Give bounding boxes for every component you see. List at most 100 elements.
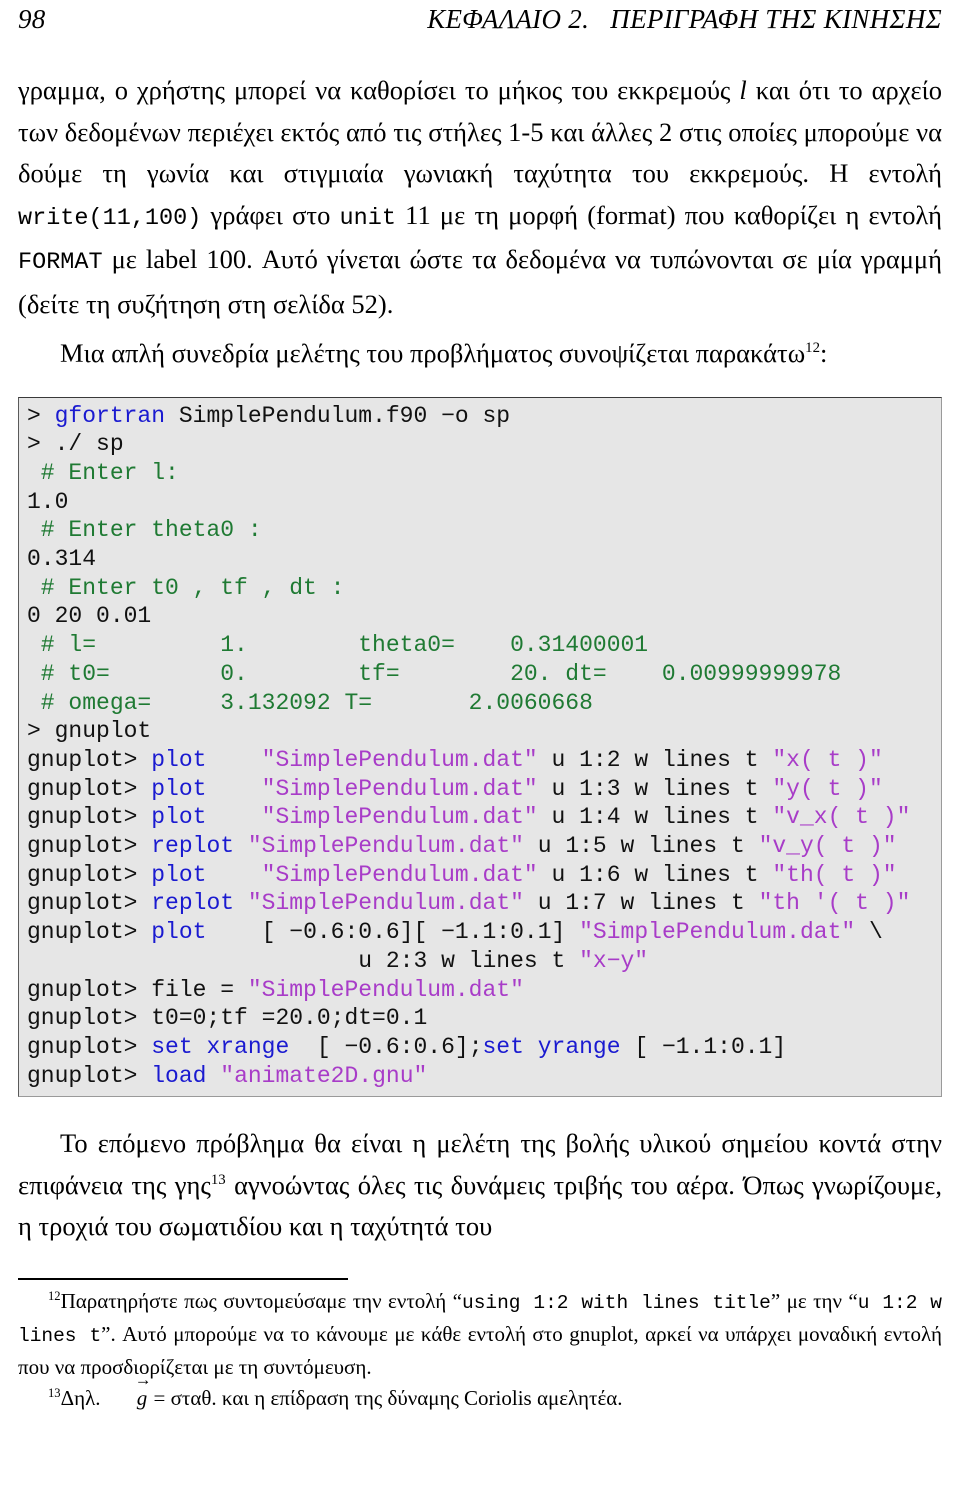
symbol-l: l [739,75,747,105]
code-token: plot [151,775,207,802]
code-token: u 1:6 w lines t [537,861,773,888]
paragraph-session-intro: Μια απλή συνεδρία μελέτης του προβλήματο… [18,333,942,375]
code-token: gnuplot> [27,775,152,802]
code-token: plot [151,804,207,831]
code-token: set xrange [151,1033,290,1060]
code-token: replot [151,833,235,860]
code-token: "SimplePendulum.dat" [579,919,856,946]
code-token: "th( t )" [772,861,897,888]
code-line: u 2:3 w lines t "x−y" [27,947,935,976]
code-token: u 1:2 w lines t [537,746,773,773]
paragraph-text-d: 11 με τη μορφή (format) που καθορίζει η … [395,199,942,230]
code-line: gnuplot> t0=0;tf =20.0;dt=0.1 [27,1004,935,1033]
paragraph-text-e: με label 100. Αυτό γίνεται ώστε τα δεδομ… [18,244,942,319]
code-token: [ −1.1:0.1] [620,1033,787,1060]
code-token: # t0= 0. tf= 20. dt= 0.00999999978 [27,660,842,687]
paragraph-session-text: Μια απλή συνεδρία μελέτης του προβλήματο… [60,338,806,368]
code-token: gnuplot> [27,833,152,860]
code-token: # Enter l: [27,459,179,486]
code-token: "v_x( t )" [772,804,911,831]
paragraph-next-problem: Το επόμενο πρόβλημα θα είναι η μελέτη τη… [18,1123,942,1248]
paragraph-intro: γραμμα, ο χρήστης μπορεί να καθορίσει το… [18,70,942,325]
code-line: > gnuplot [27,717,935,746]
code-token: "SimplePendulum.dat" [247,890,524,917]
code-token: gnuplot> file = [27,976,248,1003]
code-token: \ [855,919,883,946]
code-line: > gfortran SimplePendulum.f90 −o sp [27,402,935,431]
footnote-marker-13: 13 [210,1172,226,1189]
code-token: gnuplot> [27,1062,152,1089]
code-token: u 1:4 w lines t [537,804,773,831]
footnote-area: 12Παρατηρήστε πως συντομεύσαμε την εντολ… [18,1286,942,1414]
footnote-rule [18,1277,348,1280]
code-token: "th '( t )" [758,890,911,917]
page-number: 98 [18,4,46,34]
code-token: [ −0.6:0.6]; [289,1033,483,1060]
code-token: u 2:3 w lines t [27,947,580,974]
code-token: "x( t )" [772,746,883,773]
footnote-12-code-long: using 1:2 with lines title [462,1291,771,1314]
code-token: gnuplot> [27,1033,152,1060]
code-line: # Enter t0 , tf , dt : [27,574,935,603]
code-line: # omega= 3.132092 T= 2.0060668 [27,689,935,718]
code-line: gnuplot> file = "SimplePendulum.dat" [27,976,935,1005]
code-token: "SimplePendulum.dat" [261,861,538,888]
code-line: # Enter theta0 : [27,516,935,545]
footnote-13: 13Δηλ. → g = σταθ. και η επίδραση της δύν… [18,1372,942,1414]
code-line: gnuplot> load "animate2D.gnu" [27,1062,935,1091]
code-token: > ./ sp [27,431,124,458]
code-token: plot [151,746,207,773]
code-token: load [151,1062,207,1089]
code-line: gnuplot> set xrange [ −0.6:0.6];set yran… [27,1033,935,1062]
code-line: # Enter l: [27,459,935,488]
document-page: 98 ΚΕΦΑΛΑΙΟ 2. ΠΕΡΙΓΡΑΦΗ ΤΗΣ ΚΙΝΗΣΗΣ γρα… [0,0,960,1503]
code-token: gnuplot> [27,890,152,917]
code-token: "SimplePendulum.dat" [247,833,524,860]
footnote-marker-12: 12 [805,340,820,357]
vector-g-letter: g [136,1385,148,1410]
footnote-13-number: 13 [48,1385,61,1400]
code-token: 0 20 0.01 [27,603,152,630]
terminal-code-block: > gfortran SimplePendulum.f90 −o sp > ./ … [18,396,942,1098]
code-token: gnuplot> t0=0;tf =20.0;dt=0.1 [27,1005,428,1032]
code-token: "v_y( t )" [758,833,897,860]
code-token: "animate2D.gnu" [220,1062,428,1089]
paragraph-session-colon: : [819,338,828,368]
code-token: gnuplot> [27,861,152,888]
code-token: "SimplePendulum.dat" [261,775,538,802]
code-token: # l= 1. theta0= 0.31400001 [27,632,649,659]
code-token: plot [151,919,207,946]
code-token: gnuplot> [27,919,152,946]
code-token: > gnuplot [27,718,152,745]
code-token: > [27,402,55,429]
code-line: > ./ sp [27,430,935,459]
inline-code-unit: unit [339,204,396,232]
code-line: gnuplot> plot "SimplePendulum.dat" u 1:4… [27,803,935,832]
code-token: # Enter t0 , tf , dt : [27,574,345,601]
footnote-12-number: 12 [48,1288,61,1303]
code-token: 0.314 [27,546,97,573]
code-line: 1.0 [27,488,935,517]
footnote-13-text-a: Δηλ. [60,1385,106,1410]
footnote-12-text-b: ” με την “ [770,1288,858,1313]
footnote-12-text-a: Παρατηρήστε πως συντομεύσαμε την εντολή … [60,1288,462,1313]
code-token: replot [151,890,235,917]
code-line: # t0= 0. tf= 20. dt= 0.00999999978 [27,660,935,689]
code-token: "x−y" [579,947,649,974]
footnote-12-text-c: ”. Αυτό μπορούμε να το κάνουμε με κάθε ε… [18,1321,942,1379]
code-line: gnuplot> plot [ −0.6:0.6][ −1.1:0.1] "Si… [27,918,935,947]
paragraph-text-c: γράφει στο [201,199,340,230]
vector-g-symbol: → g [106,1372,152,1414]
code-token: u 1:7 w lines t [523,890,759,917]
code-line: gnuplot> replot "SimplePendulum.dat" u 1… [27,832,935,861]
code-token: u 1:3 w lines t [537,775,773,802]
code-token: set yrange [482,1033,621,1060]
code-token: gfortran [54,402,166,429]
code-line: 0.314 [27,545,935,574]
